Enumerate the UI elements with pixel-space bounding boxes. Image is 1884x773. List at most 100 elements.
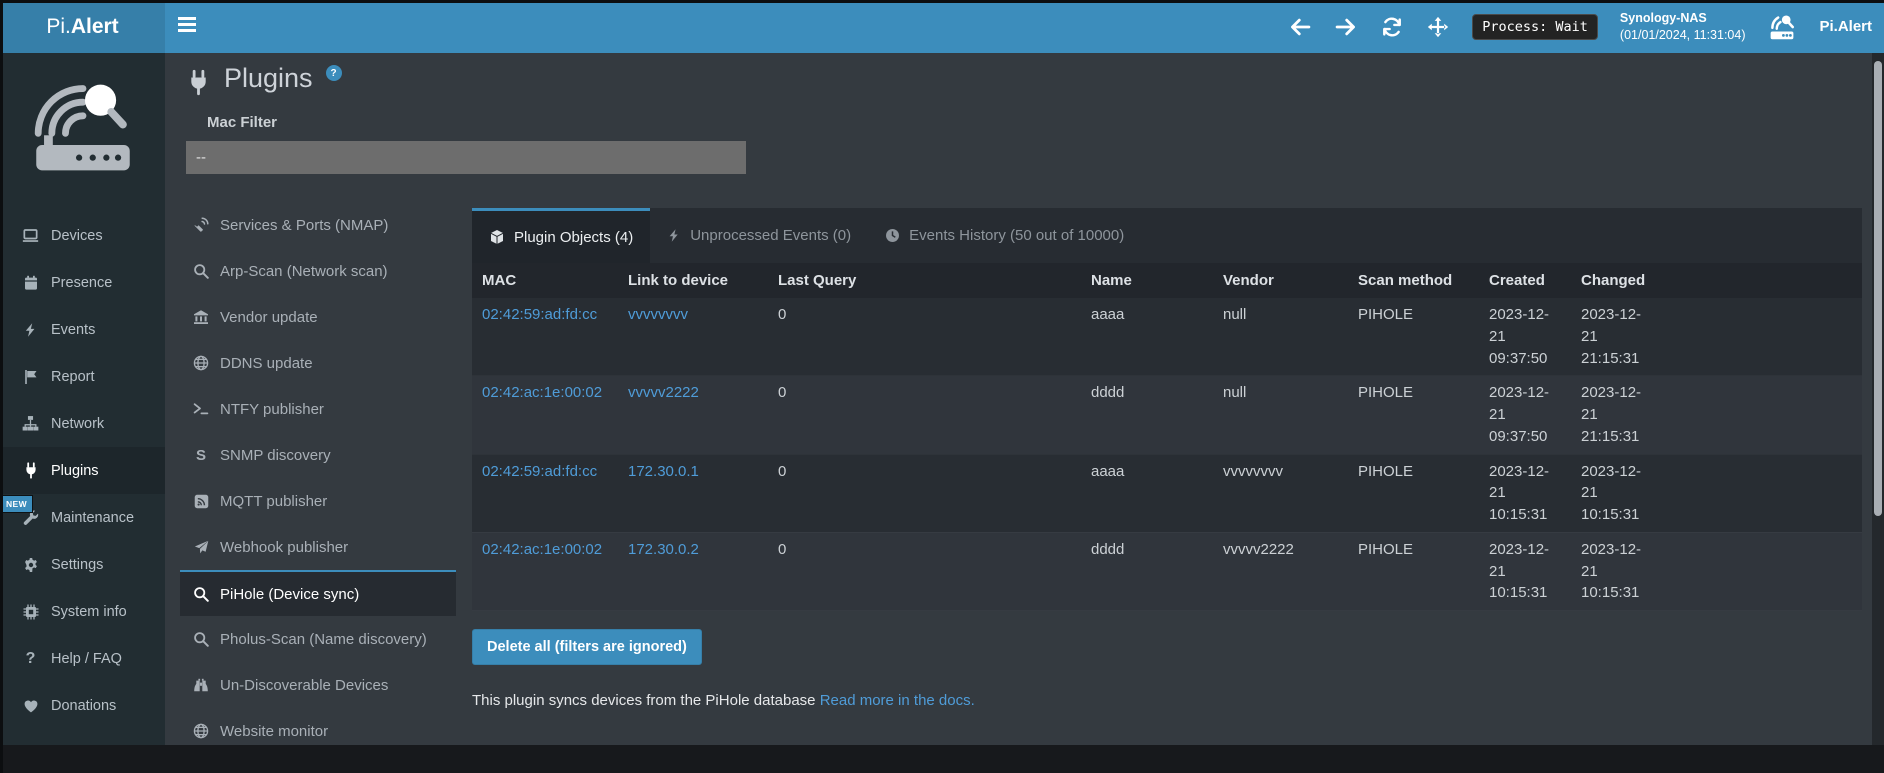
maximize-move-icon[interactable]	[1426, 15, 1450, 39]
plugin-nav-item-webhook-publisher[interactable]: Webhook publisher	[180, 524, 456, 570]
filler-cell	[1663, 298, 1862, 376]
sidebar-item-label: Maintenance	[51, 510, 134, 526]
sidebar-item-label: Settings	[51, 557, 103, 573]
sidebar-toggle-button[interactable]	[178, 17, 198, 35]
col-name: Name	[1081, 263, 1213, 298]
sidebar-menu: Devices Presence Events Report Network	[0, 212, 165, 729]
plugin-nav-label: MQTT publisher	[220, 493, 327, 510]
plug-icon	[186, 69, 211, 96]
sidebar-item-label: Events	[51, 322, 95, 338]
scan-method-cell: PIHOLE	[1348, 454, 1479, 532]
sidebar-item-label: Help / FAQ	[51, 651, 122, 667]
device-link[interactable]: vvvvv2222	[628, 384, 699, 401]
col-mac: MAC	[472, 263, 618, 298]
sidebar-item-settings[interactable]: Settings	[0, 541, 165, 588]
search-icon	[192, 631, 210, 647]
plugin-nav-item-snmp-discovery[interactable]: S SNMP discovery	[180, 432, 456, 478]
name-cell: dddd	[1081, 376, 1213, 454]
satellite-dish-icon	[192, 217, 210, 233]
send-icon	[192, 540, 210, 555]
router-logo-icon	[1767, 12, 1797, 42]
sidebar-item-label: Network	[51, 416, 104, 432]
tab-unprocessed-events[interactable]: Unprocessed Events (0)	[650, 208, 868, 263]
mac-link[interactable]: 02:42:59:ad:fd:cc	[482, 306, 597, 323]
device-link[interactable]: 172.30.0.2	[628, 541, 699, 558]
sidebar-item-plugins[interactable]: Plugins	[0, 447, 165, 494]
name-cell: dddd	[1081, 532, 1213, 610]
plugin-nav-item-undiscoverable-devices[interactable]: Un-Discoverable Devices	[180, 662, 456, 708]
search-icon	[192, 586, 210, 602]
delete-all-button[interactable]: Delete all (filters are ignored)	[472, 629, 702, 665]
plugin-nav-label: Vendor update	[220, 309, 318, 326]
table-header-row: MAC Link to device Last Query Name Vendo…	[472, 263, 1862, 298]
scan-method-cell: PIHOLE	[1348, 376, 1479, 454]
sidebar-item-network[interactable]: Network	[0, 400, 165, 447]
window-bottom-band	[0, 745, 1884, 773]
plugin-nav-item-services-ports[interactable]: Services & Ports (NMAP)	[180, 202, 456, 248]
table-row: 02:42:ac:1e:00:02 vvvvv2222 0 dddd null …	[472, 376, 1862, 454]
plugin-nav-label: Services & Ports (NMAP)	[220, 217, 388, 234]
plugin-nav-item-arp-scan[interactable]: Arp-Scan (Network scan)	[180, 248, 456, 294]
sidebar-item-events[interactable]: Events	[0, 306, 165, 353]
sidebar-item-label: Report	[51, 369, 95, 385]
binoculars-icon	[192, 677, 210, 693]
nav-forward-icon[interactable]	[1334, 15, 1358, 39]
plugin-nav-item-website-monitor[interactable]: Website monitor	[180, 708, 456, 745]
calendar-icon	[21, 275, 40, 291]
vendor-cell: null	[1213, 376, 1348, 454]
plugin-nav-item-ddns-update[interactable]: DDNS update	[180, 340, 456, 386]
brand-prefix: Pi.	[46, 15, 71, 39]
top-navbar: Pi.Alert Process: Wait Synology-NAS (01/…	[0, 0, 1884, 53]
col-scan-method: Scan method	[1348, 263, 1479, 298]
scan-method-cell: PIHOLE	[1348, 298, 1479, 376]
scrollbar-thumb[interactable]	[1874, 61, 1882, 516]
plugin-nav-item-vendor-update[interactable]: Vendor update	[180, 294, 456, 340]
plugin-nav-label: NTFY publisher	[220, 401, 324, 418]
table-row: 02:42:59:ad:fd:cc vvvvvvvv 0 aaaa null P…	[472, 298, 1862, 376]
sidebar: Devices Presence Events Report Network	[0, 53, 165, 745]
clock-icon	[885, 228, 900, 243]
vendor-cell: vvvvv2222	[1213, 532, 1348, 610]
nav-back-icon[interactable]	[1288, 15, 1312, 39]
plugin-nav-item-pihole-device-sync[interactable]: PiHole (Device sync)	[180, 570, 456, 616]
main-content: Plugins ? Mac Filter Services & Ports (N…	[165, 53, 1884, 745]
plugin-objects-table: MAC Link to device Last Query Name Vendo…	[472, 263, 1862, 611]
refresh-icon[interactable]	[1380, 15, 1404, 39]
col-vendor: Vendor	[1213, 263, 1348, 298]
plugin-nav-item-ntfy-publisher[interactable]: NTFY publisher	[180, 386, 456, 432]
tab-plugin-objects[interactable]: Plugin Objects (4)	[472, 208, 650, 263]
mac-link[interactable]: 02:42:ac:1e:00:02	[482, 384, 602, 401]
plugin-nav-item-mqtt-publisher[interactable]: MQTT publisher	[180, 478, 456, 524]
sidebar-item-system-info[interactable]: System info	[0, 588, 165, 635]
device-link[interactable]: 172.30.0.1	[628, 463, 699, 480]
plugin-nav-label: DDNS update	[220, 355, 313, 372]
vertical-scrollbar[interactable]	[1872, 53, 1884, 745]
plugin-nav-item-pholus-scan[interactable]: Pholus-Scan (Name discovery)	[180, 616, 456, 662]
plugin-nav: Services & Ports (NMAP) Arp-Scan (Networ…	[180, 202, 456, 745]
sidebar-item-devices[interactable]: Devices	[0, 212, 165, 259]
device-link[interactable]: vvvvvvvv	[628, 306, 688, 323]
mac-filter-label: Mac Filter	[207, 114, 277, 131]
help-badge[interactable]: ?	[326, 65, 342, 81]
sidebar-item-report[interactable]: Report	[0, 353, 165, 400]
tab-events-history[interactable]: Events History (50 out of 10000)	[868, 208, 1141, 263]
mac-filter-input[interactable]	[186, 141, 746, 174]
process-status-badge: Process: Wait	[1472, 14, 1598, 40]
mac-link[interactable]: 02:42:ac:1e:00:02	[482, 541, 602, 558]
window-edge-top	[0, 0, 1884, 3]
plugin-nav-label: Arp-Scan (Network scan)	[220, 263, 388, 280]
sidebar-item-help-faq[interactable]: ? Help / FAQ	[0, 635, 165, 682]
last-query-cell: 0	[768, 532, 1081, 610]
sidebar-item-label: System info	[51, 604, 127, 620]
read-docs-link[interactable]: Read more in the docs.	[820, 692, 975, 709]
sidebar-item-donations[interactable]: Donations	[0, 682, 165, 729]
last-query-cell: 0	[768, 376, 1081, 454]
table-row: 02:42:59:ad:fd:cc 172.30.0.1 0 aaaa vvvv…	[472, 454, 1862, 532]
changed-cell: 2023-12-21 21:15:31	[1571, 376, 1663, 454]
plugin-nav-label: Un-Discoverable Devices	[220, 677, 388, 694]
mac-link[interactable]: 02:42:59:ad:fd:cc	[482, 463, 597, 480]
sidebar-item-presence[interactable]: Presence	[0, 259, 165, 306]
bolt-icon	[21, 322, 40, 338]
app-logo[interactable]: Pi.Alert	[0, 0, 165, 53]
app-name-right: Pi.Alert	[1819, 18, 1872, 35]
